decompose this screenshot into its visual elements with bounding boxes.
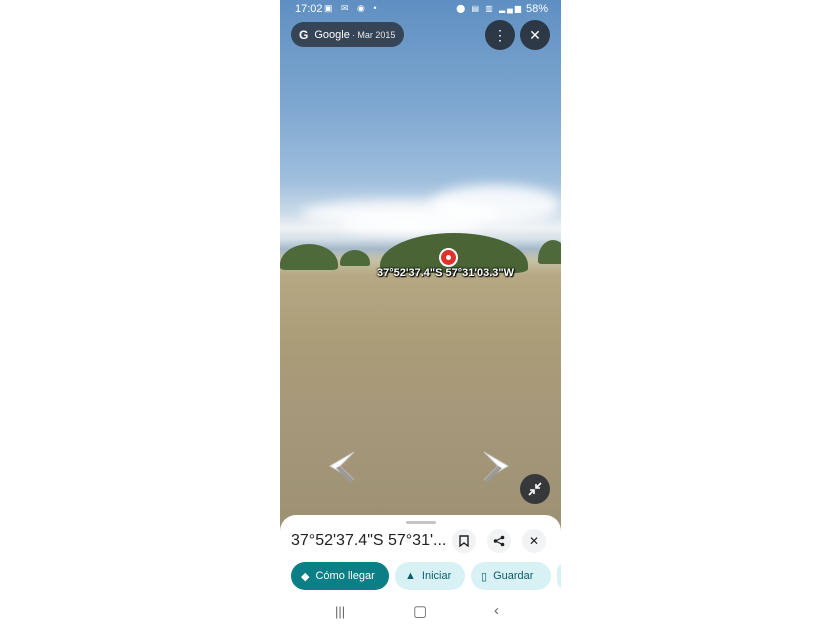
close-icon: ✕: [529, 26, 541, 43]
previous-direction-arrow-icon[interactable]: [316, 449, 356, 483]
next-direction-arrow-icon[interactable]: [482, 449, 522, 483]
save-place-button[interactable]: [452, 529, 476, 553]
bush: [340, 250, 370, 266]
imagery-date: · Mar 2015: [351, 29, 396, 40]
phone-screen: 17:02 ▣ ✉ ◉ • ⬤ ▤ ▥ ▂▄▆ 58% G Google · M…: [280, 0, 561, 630]
start-navigation-button[interactable]: ▲ Iniciar: [395, 562, 465, 590]
collapse-view-button[interactable]: [520, 474, 550, 504]
google-g-icon: G: [299, 27, 309, 42]
bush: [538, 240, 561, 264]
save-label: Guardar: [493, 570, 534, 582]
share-icon: [493, 535, 505, 547]
more-actions-chip[interactable]: [557, 562, 561, 590]
back-icon[interactable]: ‹: [494, 602, 499, 619]
bush: [280, 244, 338, 270]
system-icons: ⬤ ▤ ▥ ▂▄▆: [456, 4, 523, 13]
location-marker[interactable]: [439, 248, 458, 267]
directions-button[interactable]: ◆ Cómo llegar: [291, 562, 389, 590]
collapse-arrows-icon: [528, 482, 542, 496]
sheet-drag-handle[interactable]: [406, 521, 436, 524]
imagery-attribution[interactable]: G Google · Mar 2015: [291, 22, 405, 47]
place-title: 37°52'37.4"S 57°31'...: [291, 532, 447, 549]
more-options-button[interactable]: ⋮: [485, 20, 515, 50]
cloud: [340, 215, 480, 233]
close-sheet-button[interactable]: ✕: [522, 529, 546, 553]
close-street-view-button[interactable]: ✕: [520, 20, 550, 50]
coordinate-label: 37°52'37.4"S 57°31'03.3"W: [377, 267, 514, 279]
imagery-brand: Google: [314, 28, 350, 41]
battery-level: 58%: [525, 3, 548, 15]
navigation-arrow-icon: ▲: [405, 570, 416, 582]
status-time: 17:02: [295, 3, 323, 15]
directions-icon: ◆: [301, 570, 310, 583]
bookmark-icon: [459, 535, 469, 547]
save-chip-button[interactable]: ▯ Guardar: [471, 562, 551, 590]
status-bar: 17:02 ▣ ✉ ◉ • ⬤ ▤ ▥ ▂▄▆ 58%: [280, 0, 561, 20]
notification-icons: ▣ ✉ ◉ •: [324, 3, 380, 13]
share-button[interactable]: [487, 529, 511, 553]
home-icon[interactable]: ▢: [413, 602, 427, 620]
directions-label: Cómo llegar: [315, 570, 375, 582]
more-vert-icon: ⋮: [493, 26, 507, 43]
bookmark-icon: ▯: [481, 570, 488, 583]
close-icon: ✕: [528, 534, 540, 548]
recent-apps-icon[interactable]: |||: [335, 604, 345, 619]
start-label: Iniciar: [421, 570, 452, 582]
